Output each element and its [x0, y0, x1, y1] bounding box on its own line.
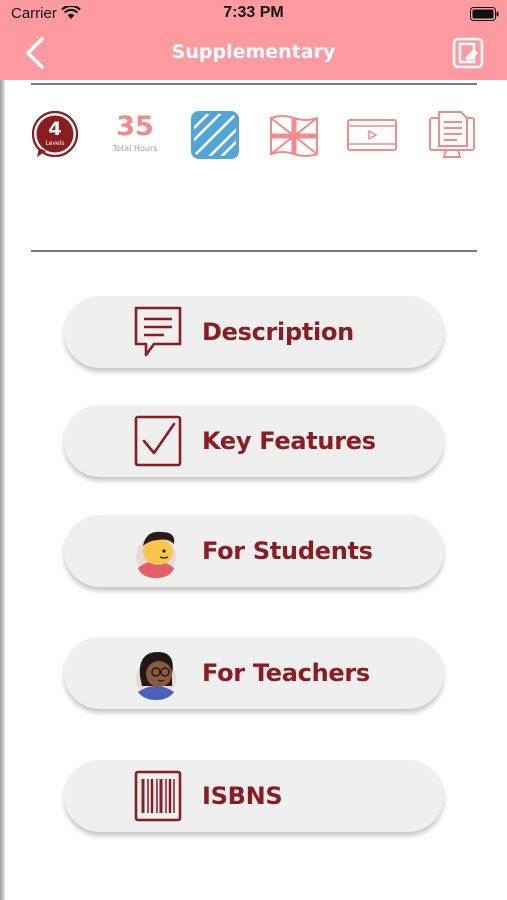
battery-icon — [470, 7, 499, 21]
document-icon[interactable] — [452, 37, 484, 69]
for-students-button[interactable]: For Students — [64, 515, 444, 587]
isbns-label: ISBNS — [202, 782, 283, 810]
status-bar: Carrier 7:33 PM — [0, 0, 507, 28]
stripes-icon[interactable] — [190, 110, 240, 160]
description-button[interactable]: Description — [64, 296, 444, 368]
computer-document-icon[interactable] — [427, 110, 477, 160]
isbns-button[interactable]: ISBNS — [64, 760, 444, 832]
for-teachers-button[interactable]: For Teachers — [64, 637, 444, 709]
uk-flag-icon[interactable] — [268, 114, 320, 158]
barcode-icon — [134, 770, 182, 822]
description-label: Description — [202, 318, 354, 346]
for-teachers-label: For Teachers — [202, 659, 370, 687]
course-summary-row: 4 Levels 35 Total Hours — [0, 108, 507, 164]
nav-header: Carrier 7:33 PM Supplementary — [0, 0, 507, 80]
total-hours-count: 35 — [116, 111, 154, 142]
levels-label: Levels — [45, 140, 65, 147]
checkbox-icon — [134, 415, 182, 467]
teacher-avatar-icon — [136, 652, 176, 700]
key-features-button[interactable]: Key Features — [64, 405, 444, 477]
speech-bubble-icon — [134, 306, 182, 357]
video-icon[interactable] — [346, 118, 398, 154]
key-features-label: Key Features — [202, 427, 376, 455]
divider-top — [31, 83, 477, 85]
total-hours-label: Total Hours — [112, 144, 158, 153]
levels-count: 4 — [48, 118, 62, 140]
divider-middle — [31, 250, 477, 252]
student-avatar-icon — [136, 531, 176, 578]
for-students-label: For Students — [202, 537, 373, 565]
page-title: Supplementary — [171, 41, 336, 63]
clock: 7:33 PM — [223, 4, 284, 21]
